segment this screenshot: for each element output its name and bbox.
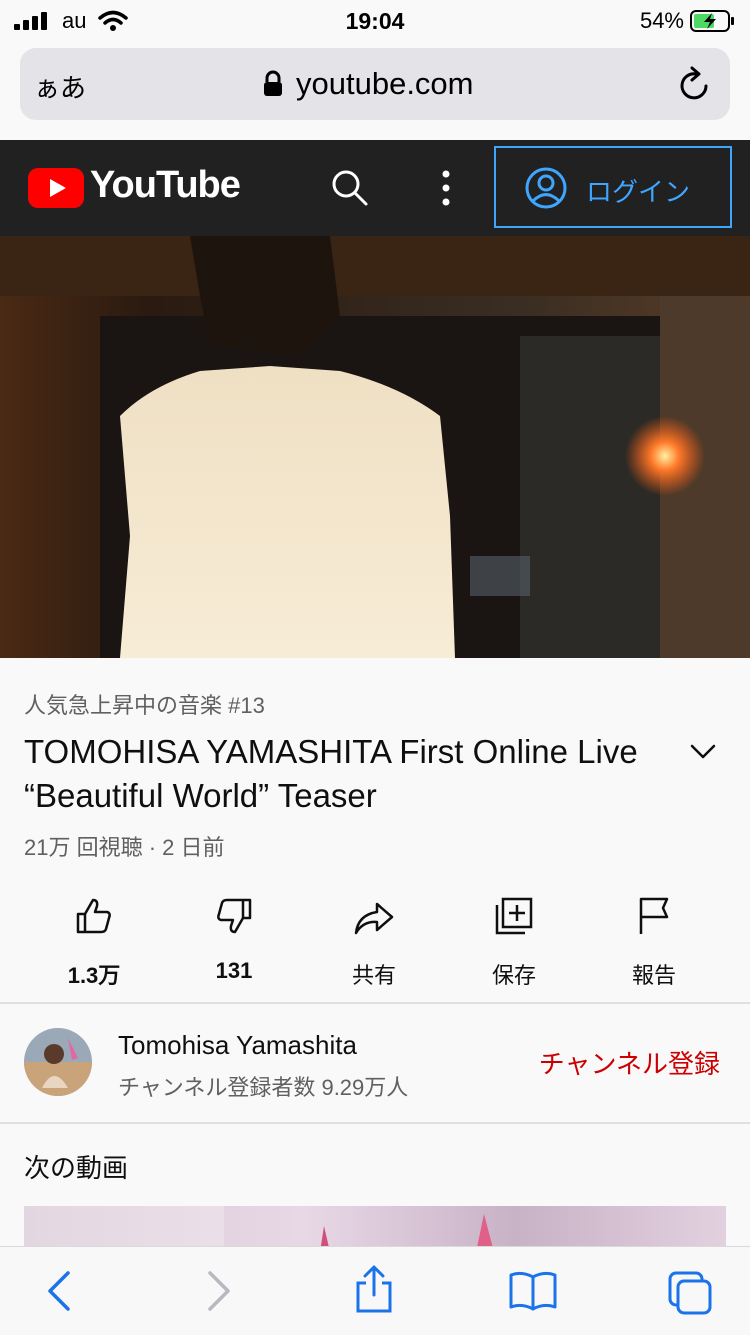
dislike-button[interactable]: 131 — [164, 888, 304, 984]
video-title[interactable]: TOMOHISA YAMASHITA First Online Live “Be… — [24, 730, 684, 818]
clock: 19:04 — [345, 8, 405, 34]
video-player[interactable] — [0, 236, 750, 658]
view-count-and-date: 21万 回視聴 · 2 日前 — [24, 835, 225, 860]
tabs-icon[interactable] — [666, 1269, 714, 1315]
youtube-header: YouTube ログイン — [0, 140, 750, 236]
reload-icon[interactable] — [678, 66, 712, 102]
report-button[interactable]: 報告 — [584, 888, 724, 990]
login-button[interactable]: ログイン — [494, 146, 732, 228]
more-options-icon[interactable] — [436, 168, 456, 208]
share-button[interactable]: 共有 — [304, 888, 444, 990]
subscribe-button[interactable]: チャンネル登録 — [539, 1044, 720, 1081]
bookmarks-icon[interactable] — [508, 1269, 558, 1313]
share-label: 共有 — [351, 963, 396, 988]
thumbs-down-icon — [217, 898, 252, 934]
search-icon[interactable] — [330, 168, 370, 208]
browser-toolbar — [0, 1246, 750, 1335]
share-sheet-icon[interactable] — [352, 1265, 396, 1315]
divider — [0, 1122, 750, 1124]
login-label: ログイン — [586, 177, 691, 207]
save-button[interactable]: 保存 — [444, 888, 584, 990]
battery-percent: 54% — [639, 8, 684, 33]
share-icon — [354, 902, 394, 935]
reader-options-button[interactable]: ぁあ — [34, 68, 86, 105]
lock-icon — [264, 70, 282, 96]
video-frame — [0, 236, 750, 658]
address-bar[interactable]: ぁあ youtube.com — [20, 48, 730, 120]
channel-avatar[interactable] — [24, 1028, 92, 1096]
channel-name[interactable]: Tomohisa Yamashita — [118, 1030, 357, 1061]
divider — [0, 1002, 750, 1004]
battery-charging-icon — [690, 10, 734, 32]
add-to-playlist-icon — [495, 897, 533, 935]
chevron-down-icon[interactable] — [688, 740, 718, 764]
report-label: 報告 — [631, 963, 676, 988]
like-button[interactable]: 1.3万 — [24, 888, 164, 990]
youtube-logo-icon[interactable] — [28, 168, 84, 208]
subscriber-count: チャンネル登録者数 9.29万人 — [118, 1075, 409, 1100]
trending-label[interactable]: 人気急上昇中の音楽 #13 — [24, 688, 265, 720]
status-bar: au 19:04 54% — [0, 0, 750, 40]
back-icon[interactable] — [44, 1269, 74, 1313]
up-next-heading: 次の動画 — [24, 1153, 129, 1183]
forward-icon[interactable] — [204, 1269, 234, 1313]
action-bar: 1.3万 131 共有 保存 報告 — [0, 888, 750, 998]
avatar-image — [24, 1028, 92, 1096]
youtube-wordmark[interactable]: YouTube — [90, 164, 241, 207]
url-domain: youtube.com — [296, 66, 474, 101]
account-icon — [525, 167, 567, 209]
flag-icon — [639, 897, 669, 934]
dislike-count: 131 — [215, 958, 253, 983]
like-count: 1.3万 — [67, 963, 121, 988]
save-label: 保存 — [491, 963, 536, 988]
thumbs-up-icon — [76, 898, 111, 934]
